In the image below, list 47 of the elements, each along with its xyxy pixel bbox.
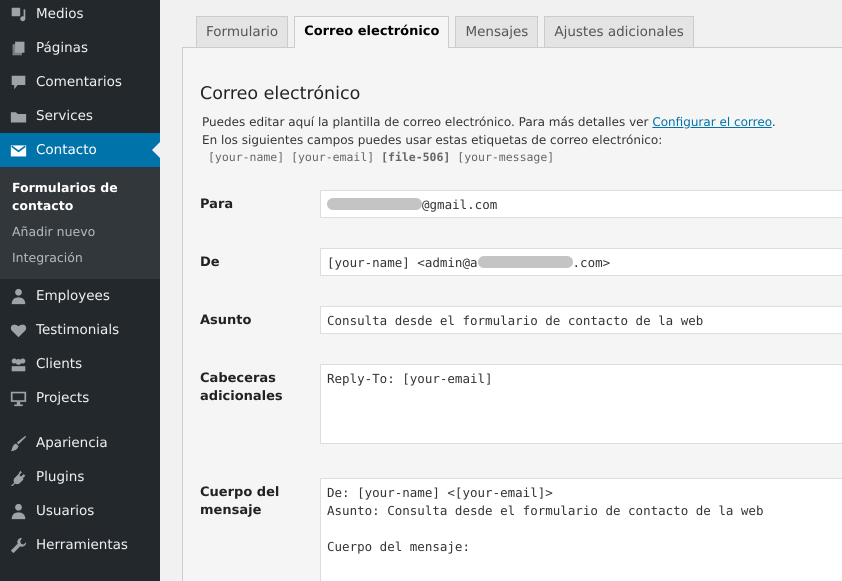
tab[interactable]: Mensajes xyxy=(455,16,538,47)
submenu-item[interactable]: Formularios de contacto xyxy=(0,175,160,219)
people-icon xyxy=(10,356,27,372)
person-icon xyxy=(10,502,27,520)
submenu-item[interactable]: Integración xyxy=(0,245,160,271)
pages-icon xyxy=(10,40,27,56)
text-area[interactable]: De: [your-name] <[your-email]> Asunto: Consulta desde el formulario de contacto de la web Cuerpo del mensaje: xyxy=(320,478,842,581)
mail-tags: [your-name] [your-email] [file-506] [your-message] xyxy=(208,150,842,164)
menu-item[interactable]: Páginas xyxy=(0,31,160,65)
menu-item[interactable]: Plugins xyxy=(0,460,160,494)
section-heading: Correo electrónico xyxy=(200,84,362,104)
tab[interactable]: Correo electrónico xyxy=(294,16,450,48)
field-label: De xyxy=(200,254,221,272)
menu-item[interactable]: Herramientas xyxy=(0,528,160,562)
configure-mail-link[interactable]: Configurar el correo xyxy=(652,115,772,129)
menu-item[interactable]: Comentarios xyxy=(0,65,160,99)
menu-item[interactable]: Medios xyxy=(0,0,160,31)
field-label: Cuerpo del mensaje xyxy=(200,484,280,520)
text-field[interactable]: @gmail.com xyxy=(320,190,842,218)
menu-item[interactable]: Projects xyxy=(0,381,160,415)
person-icon xyxy=(10,288,27,304)
field-label: Para xyxy=(200,196,234,214)
text-field[interactable]: [your-name] <admin@a .com> xyxy=(320,248,842,276)
speech-bubble-icon xyxy=(10,74,27,90)
tags-intro-text: En los siguientes campos puedes usar estas etiquetas de correo electrónico: xyxy=(202,132,664,149)
wrench-icon xyxy=(10,536,27,554)
media-icon xyxy=(10,6,27,22)
plug-icon xyxy=(10,468,27,486)
monitor-icon xyxy=(10,390,27,406)
menu-item[interactable]: Apariencia xyxy=(0,426,160,460)
field-label: Asunto xyxy=(200,312,252,330)
description-text: Puedes editar aquí la plantilla de correo electrónico. Para más detalles ver Configurar el correo. xyxy=(202,114,777,131)
menu-item[interactable]: Services xyxy=(0,99,160,133)
tab[interactable]: Ajustes adicionales xyxy=(544,16,694,47)
paintbrush-icon xyxy=(10,434,27,452)
submenu-item[interactable]: Añadir nuevo xyxy=(0,219,160,245)
text-area[interactable]: Reply-To: [your-email] xyxy=(320,364,842,444)
menu-item[interactable]: Clients xyxy=(0,347,160,381)
tab[interactable]: Formulario xyxy=(196,16,288,47)
menu-item[interactable]: Contacto xyxy=(0,133,160,167)
heart-icon xyxy=(10,322,27,338)
text-field[interactable]: Consulta desde el formulario de contacto de la web xyxy=(320,306,842,334)
menu-item[interactable]: Testimonials xyxy=(0,313,160,347)
current-arrow-icon xyxy=(152,142,160,158)
menu-item[interactable]: Employees xyxy=(0,279,160,313)
menu-item[interactable]: Usuarios xyxy=(0,494,160,528)
field-label: Cabeceras adicionales xyxy=(200,370,284,406)
